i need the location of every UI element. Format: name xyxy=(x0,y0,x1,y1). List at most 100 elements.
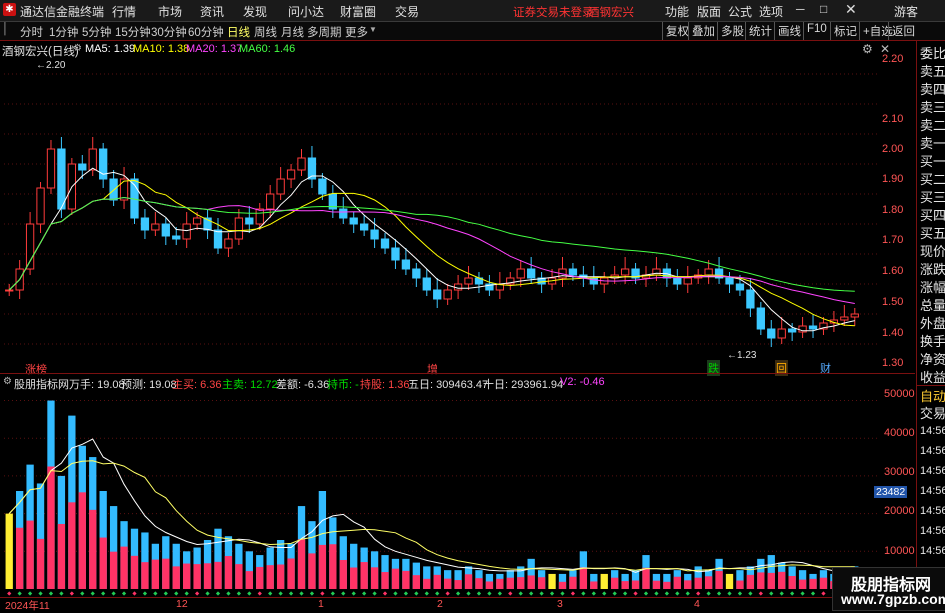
volume-bar-buy[interactable] xyxy=(308,553,316,589)
candle-body[interactable] xyxy=(46,148,56,189)
menu-function[interactable]: 功能 xyxy=(665,3,689,20)
volume-bar-buy[interactable] xyxy=(767,572,775,589)
volume-bar[interactable] xyxy=(600,573,608,589)
volume-bar-buy[interactable] xyxy=(402,570,410,589)
volume-bar-buy[interactable] xyxy=(57,523,66,589)
period-1min[interactable]: 1分钟 xyxy=(49,24,78,40)
candle-body[interactable] xyxy=(756,307,765,330)
volume-bar-buy[interactable] xyxy=(590,581,598,589)
candle-body[interactable] xyxy=(25,223,35,270)
volume-bar-buy[interactable] xyxy=(109,551,118,589)
volume-bar-buy[interactable] xyxy=(214,561,222,589)
menu-trade[interactable]: 交易 xyxy=(395,3,419,20)
candle-body[interactable] xyxy=(318,178,327,195)
volume-bar-buy[interactable] xyxy=(464,574,473,589)
menu-ask[interactable]: 问小达 xyxy=(288,3,324,20)
candle-body[interactable] xyxy=(119,178,129,201)
volume-bar-buy[interactable] xyxy=(704,576,713,589)
volume-chart[interactable] xyxy=(0,389,915,597)
candle-body[interactable] xyxy=(88,148,97,171)
candle-body[interactable] xyxy=(255,208,264,225)
menu-market[interactable]: 行情 xyxy=(112,3,136,20)
volume-bar-buy[interactable] xyxy=(329,544,337,589)
candle-body[interactable] xyxy=(245,217,254,225)
volume-bar[interactable] xyxy=(548,573,556,589)
candle-body[interactable] xyxy=(192,217,202,225)
period-monthly[interactable]: 月线 xyxy=(281,24,304,40)
candle-body[interactable] xyxy=(5,289,14,292)
candle-body[interactable] xyxy=(527,268,536,279)
maximize-icon[interactable]: □ xyxy=(820,2,827,16)
volume-bar-buy[interactable] xyxy=(235,564,243,589)
menu-formula[interactable]: 公式 xyxy=(728,3,752,20)
volume-bar-buy[interactable] xyxy=(537,577,546,589)
candle-body[interactable] xyxy=(401,259,411,270)
menu-layout[interactable]: 版面 xyxy=(697,3,721,20)
menu-news[interactable]: 资讯 xyxy=(200,3,224,20)
candle-body[interactable] xyxy=(370,229,379,240)
volume-bar-buy[interactable] xyxy=(162,558,170,589)
candle-body[interactable] xyxy=(266,193,275,210)
volume-bar-buy[interactable] xyxy=(318,544,327,589)
volume-bar-buy[interactable] xyxy=(412,575,420,589)
period-weekly[interactable]: 周线 xyxy=(254,24,277,40)
candle-body[interactable] xyxy=(182,223,191,240)
candle-body[interactable] xyxy=(78,163,87,171)
volume-bar-buy[interactable] xyxy=(454,580,462,589)
volume-bar-buy[interactable] xyxy=(287,558,295,589)
volume-bar-buy[interactable] xyxy=(663,581,671,589)
stats-button[interactable]: 统计 xyxy=(745,22,775,40)
volume-bar-buy[interactable] xyxy=(245,571,253,589)
volume-bar-buy[interactable] xyxy=(819,577,828,589)
menu-discover[interactable]: 发现 xyxy=(243,3,267,20)
volume-bar-buy[interactable] xyxy=(757,572,765,589)
volume-bar-buy[interactable] xyxy=(611,577,619,589)
period-60min[interactable]: 60分钟 xyxy=(188,24,224,40)
candle-body[interactable] xyxy=(746,289,755,309)
minimize-icon[interactable]: ─ xyxy=(796,2,805,16)
panel-toggle-icon[interactable]: │ xyxy=(2,23,9,35)
volume-bar-buy[interactable] xyxy=(130,555,139,589)
candle-body[interactable] xyxy=(787,328,797,333)
side-trade[interactable]: 交易 xyxy=(920,407,945,420)
volume-bar-buy[interactable] xyxy=(36,538,45,589)
candle-body[interactable] xyxy=(808,325,818,330)
candle-body[interactable] xyxy=(840,316,849,321)
volume-bar-buy[interactable] xyxy=(120,546,128,589)
candle-body[interactable] xyxy=(36,187,45,225)
volume-bar-buy[interactable] xyxy=(183,563,191,589)
volume-bar-buy[interactable] xyxy=(642,567,650,589)
candle-body[interactable] xyxy=(673,277,682,285)
candle-body[interactable] xyxy=(339,208,348,219)
period-multi[interactable]: 多周期 xyxy=(307,24,342,40)
candle-body[interactable] xyxy=(735,283,745,291)
volume-bar-buy[interactable] xyxy=(224,556,233,589)
candle-body[interactable] xyxy=(850,313,859,318)
volume-bar-buy[interactable] xyxy=(558,581,567,589)
back-button[interactable]: 返回 xyxy=(888,22,918,40)
side-auto[interactable]: 自动 xyxy=(920,390,945,403)
period-5min[interactable]: 5分钟 xyxy=(82,24,111,40)
volume-bar-buy[interactable] xyxy=(151,559,160,589)
chevron-down-icon[interactable]: ▼ xyxy=(369,25,377,34)
mark-button[interactable]: 标记 xyxy=(830,22,860,40)
volume-bar-buy[interactable] xyxy=(256,566,264,589)
candle-body[interactable] xyxy=(140,217,150,231)
volume-bar-buy[interactable] xyxy=(496,578,504,589)
candle-body[interactable] xyxy=(224,238,233,249)
candle-body[interactable] xyxy=(391,247,400,261)
candle-body[interactable] xyxy=(234,217,244,240)
candle-body[interactable] xyxy=(213,229,223,249)
volume-bar-buy[interactable] xyxy=(579,567,588,589)
volume-bar-buy[interactable] xyxy=(266,565,274,589)
candle-body[interactable] xyxy=(297,157,306,171)
candle-body[interactable] xyxy=(620,268,630,276)
volume-bar-buy[interactable] xyxy=(26,520,34,589)
candle-body[interactable] xyxy=(777,328,786,339)
price-chart[interactable] xyxy=(0,41,915,371)
volume-bar-buy[interactable] xyxy=(47,466,55,590)
volume-bar-buy[interactable] xyxy=(433,574,441,589)
candle-body[interactable] xyxy=(286,169,296,180)
volume-bar-buy[interactable] xyxy=(475,578,483,589)
login-status[interactable]: 证券交易未登录 xyxy=(513,4,594,20)
